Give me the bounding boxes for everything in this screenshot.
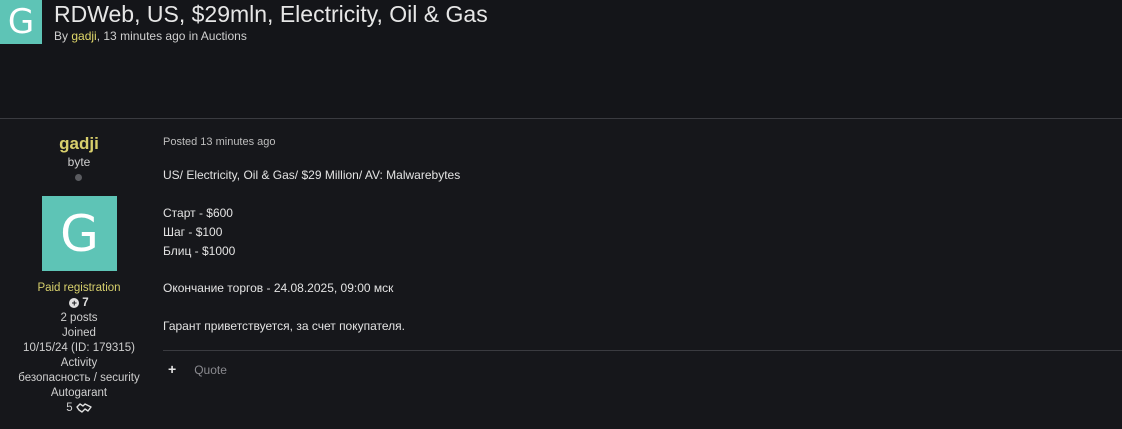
post-actions: + Quote [168, 361, 227, 377]
author-avatar[interactable]: G [42, 196, 117, 271]
meta-by-label: By [54, 29, 69, 43]
status-dot-icon [75, 174, 82, 181]
autogarant-value: 5 [0, 402, 158, 414]
post-line: US/ Electricity, Oil & Gas/ $29 Million/… [163, 168, 461, 182]
post-line: Гарант приветствуется, за счет покупател… [163, 318, 405, 333]
author-group: Paid registration [37, 282, 121, 294]
joined-label: Joined [62, 327, 96, 339]
reputation-plus-icon: + [69, 297, 80, 308]
post-spacer [163, 261, 460, 280]
joined-value: 10/15/24 (ID: 179315) [23, 342, 135, 354]
post-line: Блиц - $1000 [163, 243, 236, 258]
thread-author-avatar[interactable]: G [0, 0, 42, 44]
thread-title: RDWeb, US, $29mln, Electricity, Oil & Ga… [54, 1, 488, 27]
post-divider [163, 350, 1122, 351]
post-timestamp[interactable]: Posted 13 minutes ago [163, 136, 276, 148]
post-line: Шаг - $100 [163, 224, 223, 239]
handshake-icon [76, 403, 92, 413]
post-line: Старт - $600 [163, 205, 233, 220]
post-line: Окончание торгов - 24.08.2025, 09:00 мск [163, 281, 394, 295]
author-post-count: 2 posts [60, 312, 98, 324]
thread-meta: By gadji, 13 minutes ago in Auctions [54, 29, 247, 43]
quote-button[interactable]: Quote [194, 363, 227, 377]
post-spacer [163, 185, 460, 204]
meta-time-forum: , 13 minutes ago in Auctions [96, 29, 247, 43]
autogarant-count: 5 [66, 402, 73, 414]
activity-value: безопасность / security [18, 372, 140, 384]
author-username[interactable]: gadji [0, 134, 158, 154]
autogarant-label: Autogarant [50, 387, 108, 399]
activity-label: Activity [60, 357, 98, 369]
reputation-value: 7 [82, 297, 89, 309]
header-divider [0, 118, 1122, 119]
author-rank: byte [67, 155, 91, 169]
thread-header: G RDWeb, US, $29mln, Electricity, Oil & … [0, 0, 1122, 118]
post-spacer [163, 298, 460, 317]
thread-author-link[interactable]: gadji [71, 29, 96, 43]
post-content: US/ Electricity, Oil & Gas/ $29 Million/… [163, 166, 460, 336]
multiquote-plus-icon[interactable]: + [168, 361, 176, 377]
author-reputation: +7 [0, 297, 158, 309]
